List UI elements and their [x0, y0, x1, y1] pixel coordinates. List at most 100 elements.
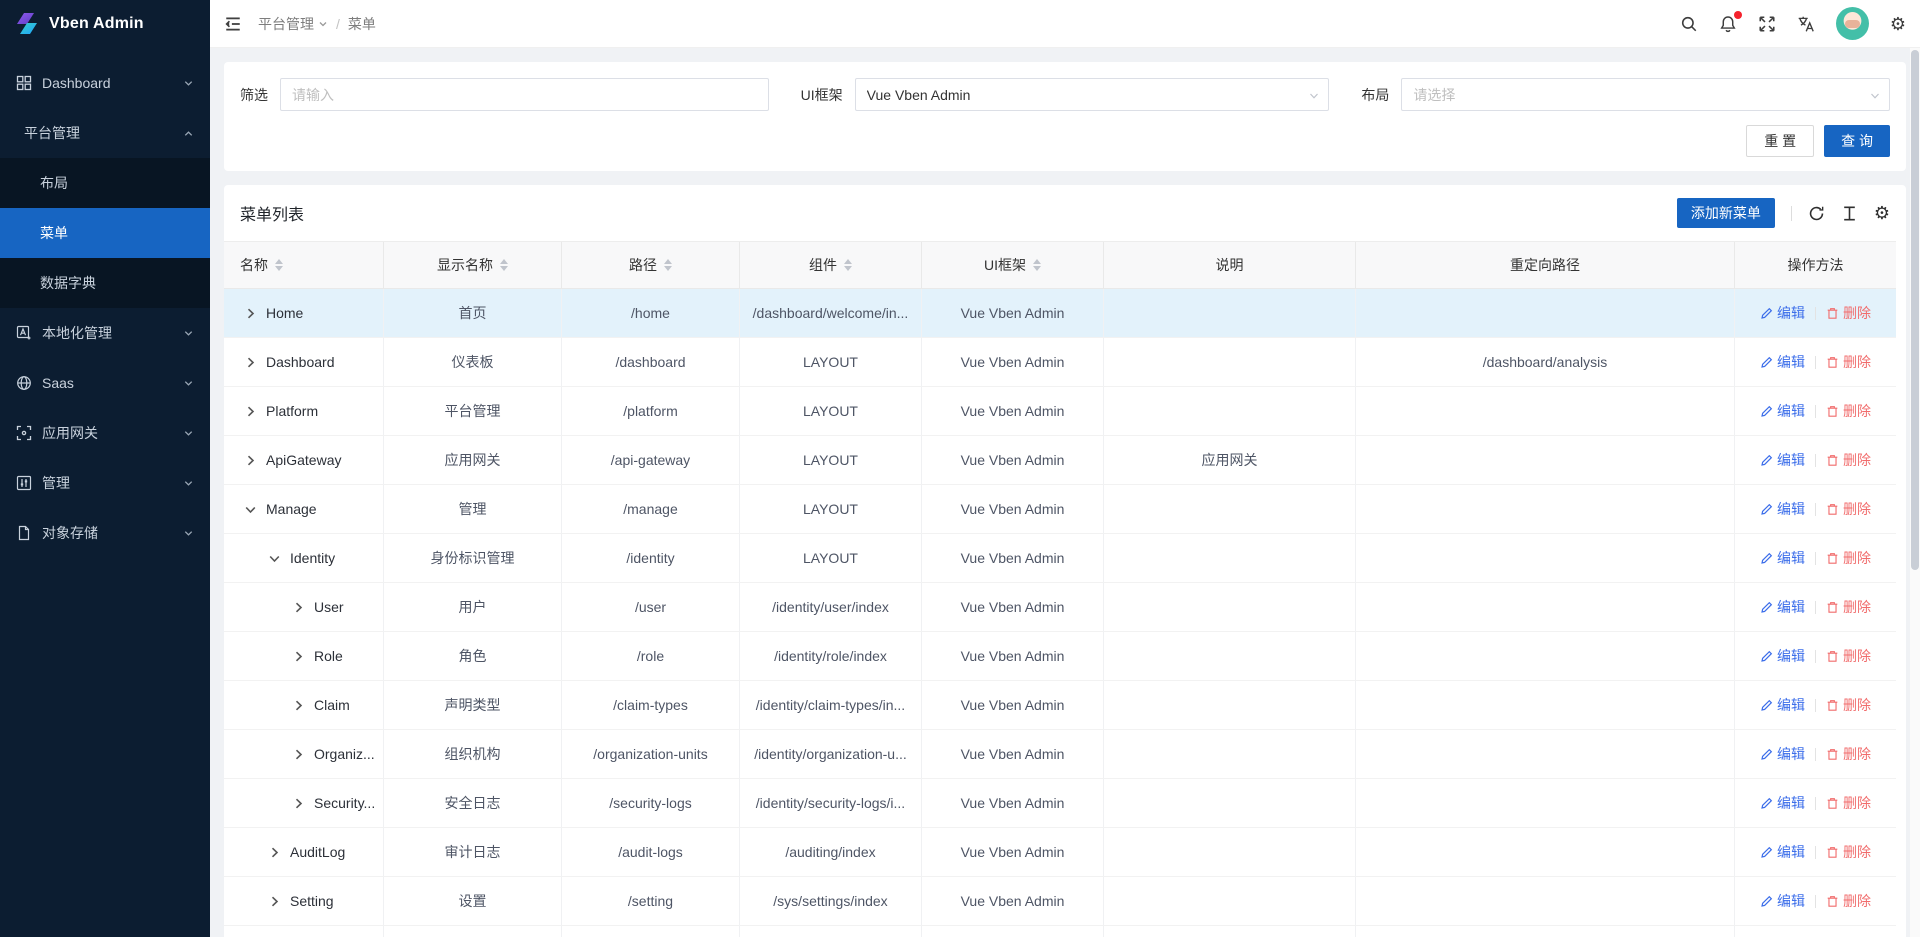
delete-button[interactable]: 删除: [1826, 891, 1871, 911]
table-row-Setting[interactable]: Setting设置/setting/sys/settings/indexVue …: [224, 877, 1896, 926]
tree-expand-icon[interactable]: [292, 797, 305, 810]
table-row-Manage[interactable]: Manage管理/manageLAYOUTVue Vben Admin编辑删除: [224, 485, 1896, 534]
reset-button[interactable]: 重 置: [1746, 125, 1814, 157]
table-row-Organiz...[interactable]: Organiz...组织机构/organization-units/identi…: [224, 730, 1896, 779]
edit-button[interactable]: 编辑: [1760, 597, 1805, 617]
delete-button[interactable]: 删除: [1826, 793, 1871, 813]
filter-input[interactable]: [280, 78, 769, 111]
table-row-Platform[interactable]: Platform平台管理/platformLAYOUTVue Vben Admi…: [224, 387, 1896, 436]
edit-button[interactable]: 编辑: [1760, 646, 1805, 666]
tree-expand-icon[interactable]: [292, 699, 305, 712]
delete-button[interactable]: 删除: [1826, 744, 1871, 764]
column-header-UI框架[interactable]: UI框架: [922, 242, 1104, 289]
tree-collapse-icon[interactable]: [268, 552, 281, 565]
delete-button[interactable]: 删除: [1826, 303, 1871, 323]
cell-description: [1104, 534, 1356, 583]
edit-button[interactable]: 编辑: [1760, 499, 1805, 519]
sort-icon[interactable]: [1033, 259, 1041, 271]
sidebar-item-管理[interactable]: 管理: [0, 458, 210, 508]
tree-expand-icon[interactable]: [268, 846, 281, 859]
avatar[interactable]: [1836, 7, 1869, 40]
chevron-down-icon: [183, 78, 194, 89]
edit-button[interactable]: 编辑: [1760, 401, 1805, 421]
tree-expand-icon[interactable]: [268, 895, 281, 908]
delete-button[interactable]: 删除: [1826, 499, 1871, 519]
tree-expand-icon[interactable]: [244, 454, 257, 467]
table-row-Identity[interactable]: Identity身份标识管理/identityLAYOUTVue Vben Ad…: [224, 534, 1896, 583]
settings-icon[interactable]: ⚙: [1890, 15, 1906, 33]
column-header-名称[interactable]: 名称: [224, 242, 384, 289]
cell-redirect: [1356, 534, 1735, 583]
sidebar-subitem-数据字典[interactable]: 数据字典: [0, 258, 210, 308]
column-header-组件[interactable]: 组件: [740, 242, 922, 289]
delete-button[interactable]: 删除: [1826, 401, 1871, 421]
edit-button[interactable]: 编辑: [1760, 450, 1805, 470]
sort-icon[interactable]: [844, 259, 852, 271]
table-row-Security...[interactable]: Security...安全日志/security-logs/identity/s…: [224, 779, 1896, 828]
delete-button[interactable]: 删除: [1826, 450, 1871, 470]
edit-button[interactable]: 编辑: [1760, 793, 1805, 813]
tree-expand-icon[interactable]: [292, 748, 305, 761]
tree-expand-icon[interactable]: [244, 307, 257, 320]
sidebar-subitem-布局[interactable]: 布局: [0, 158, 210, 208]
column-header-显示名称[interactable]: 显示名称: [384, 242, 562, 289]
delete-button[interactable]: 删除: [1826, 695, 1871, 715]
breadcrumb-group[interactable]: 平台管理: [258, 14, 328, 34]
sidebar-item-对象存储[interactable]: 对象存储: [0, 508, 210, 558]
delete-button[interactable]: 删除: [1826, 646, 1871, 666]
fullscreen-icon[interactable]: [1758, 15, 1776, 33]
delete-button[interactable]: 删除: [1826, 548, 1871, 568]
sidebar-item-Dashboard[interactable]: Dashboard: [0, 58, 210, 108]
framework-select[interactable]: Vue Vben Admin: [855, 78, 1330, 111]
edit-button[interactable]: 编辑: [1760, 548, 1805, 568]
scrollbar-thumb[interactable]: [1911, 50, 1919, 570]
table-row-AuditLog[interactable]: AuditLog审计日志/audit-logs/auditing/indexVu…: [224, 828, 1896, 877]
sidebar-item-本地化管理[interactable]: 本地化管理: [0, 308, 210, 358]
edit-button[interactable]: 编辑: [1760, 891, 1805, 911]
tree-expand-icon[interactable]: [244, 405, 257, 418]
edit-button[interactable]: 编辑: [1760, 842, 1805, 862]
sidebar-item-应用网关[interactable]: 应用网关: [0, 408, 210, 458]
trash-icon: [1826, 895, 1839, 908]
edit-button[interactable]: 编辑: [1760, 352, 1805, 372]
table-row-Role[interactable]: Role角色/role/identity/role/indexVue Vben …: [224, 632, 1896, 681]
app-logo[interactable]: Vben Admin: [0, 0, 210, 48]
tree-expand-icon[interactable]: [244, 356, 257, 369]
search-icon[interactable]: [1680, 15, 1698, 33]
cell-description: [1104, 387, 1356, 436]
gear-icon[interactable]: ⚙: [1874, 204, 1890, 222]
page-scrollbar[interactable]: [1910, 48, 1920, 937]
edit-button[interactable]: 编辑: [1760, 303, 1805, 323]
dashboard-icon: [16, 75, 32, 91]
sort-icon[interactable]: [664, 259, 672, 271]
edit-button[interactable]: 编辑: [1760, 744, 1805, 764]
edit-button[interactable]: 编辑: [1760, 695, 1805, 715]
tree-collapse-icon[interactable]: [244, 503, 257, 516]
delete-button[interactable]: 删除: [1826, 352, 1871, 372]
column-header-路径[interactable]: 路径: [562, 242, 740, 289]
table-row-User[interactable]: User用户/user/identity/user/indexVue Vben …: [224, 583, 1896, 632]
table-row-Claim[interactable]: Claim声明类型/claim-types/identity/claim-typ…: [224, 681, 1896, 730]
delete-button[interactable]: 删除: [1826, 842, 1871, 862]
layout-select[interactable]: 请选择: [1401, 78, 1890, 111]
sort-icon[interactable]: [275, 259, 283, 271]
sidebar-item-平台管理[interactable]: 平台管理: [0, 108, 210, 158]
sidebar-fold-icon[interactable]: [224, 15, 242, 33]
tree-expand-icon[interactable]: [292, 601, 305, 614]
table-row-Home[interactable]: Home首页/home/dashboard/welcome/in...Vue V…: [224, 289, 1896, 338]
bell-icon[interactable]: [1719, 15, 1737, 33]
delete-button[interactable]: 删除: [1826, 597, 1871, 617]
translate-icon[interactable]: [1797, 15, 1815, 33]
add-menu-button[interactable]: 添加新菜单: [1677, 198, 1775, 228]
table-row-ApiGateway[interactable]: ApiGateway应用网关/api-gatewayLAYOUTVue Vben…: [224, 436, 1896, 485]
refresh-icon[interactable]: [1808, 205, 1825, 222]
tree-expand-icon[interactable]: [292, 650, 305, 663]
search-button[interactable]: 查 询: [1824, 125, 1890, 157]
cell-framework: Vue Vben Admin: [922, 583, 1104, 632]
sidebar-subitem-菜单[interactable]: 菜单: [0, 208, 210, 258]
sort-icon[interactable]: [500, 259, 508, 271]
table-row-Dashboard[interactable]: Dashboard仪表板/dashboardLAYOUTVue Vben Adm…: [224, 338, 1896, 387]
row-height-icon[interactable]: [1841, 205, 1858, 222]
trash-icon: [1826, 405, 1839, 418]
sidebar-item-Saas[interactable]: Saas: [0, 358, 210, 408]
